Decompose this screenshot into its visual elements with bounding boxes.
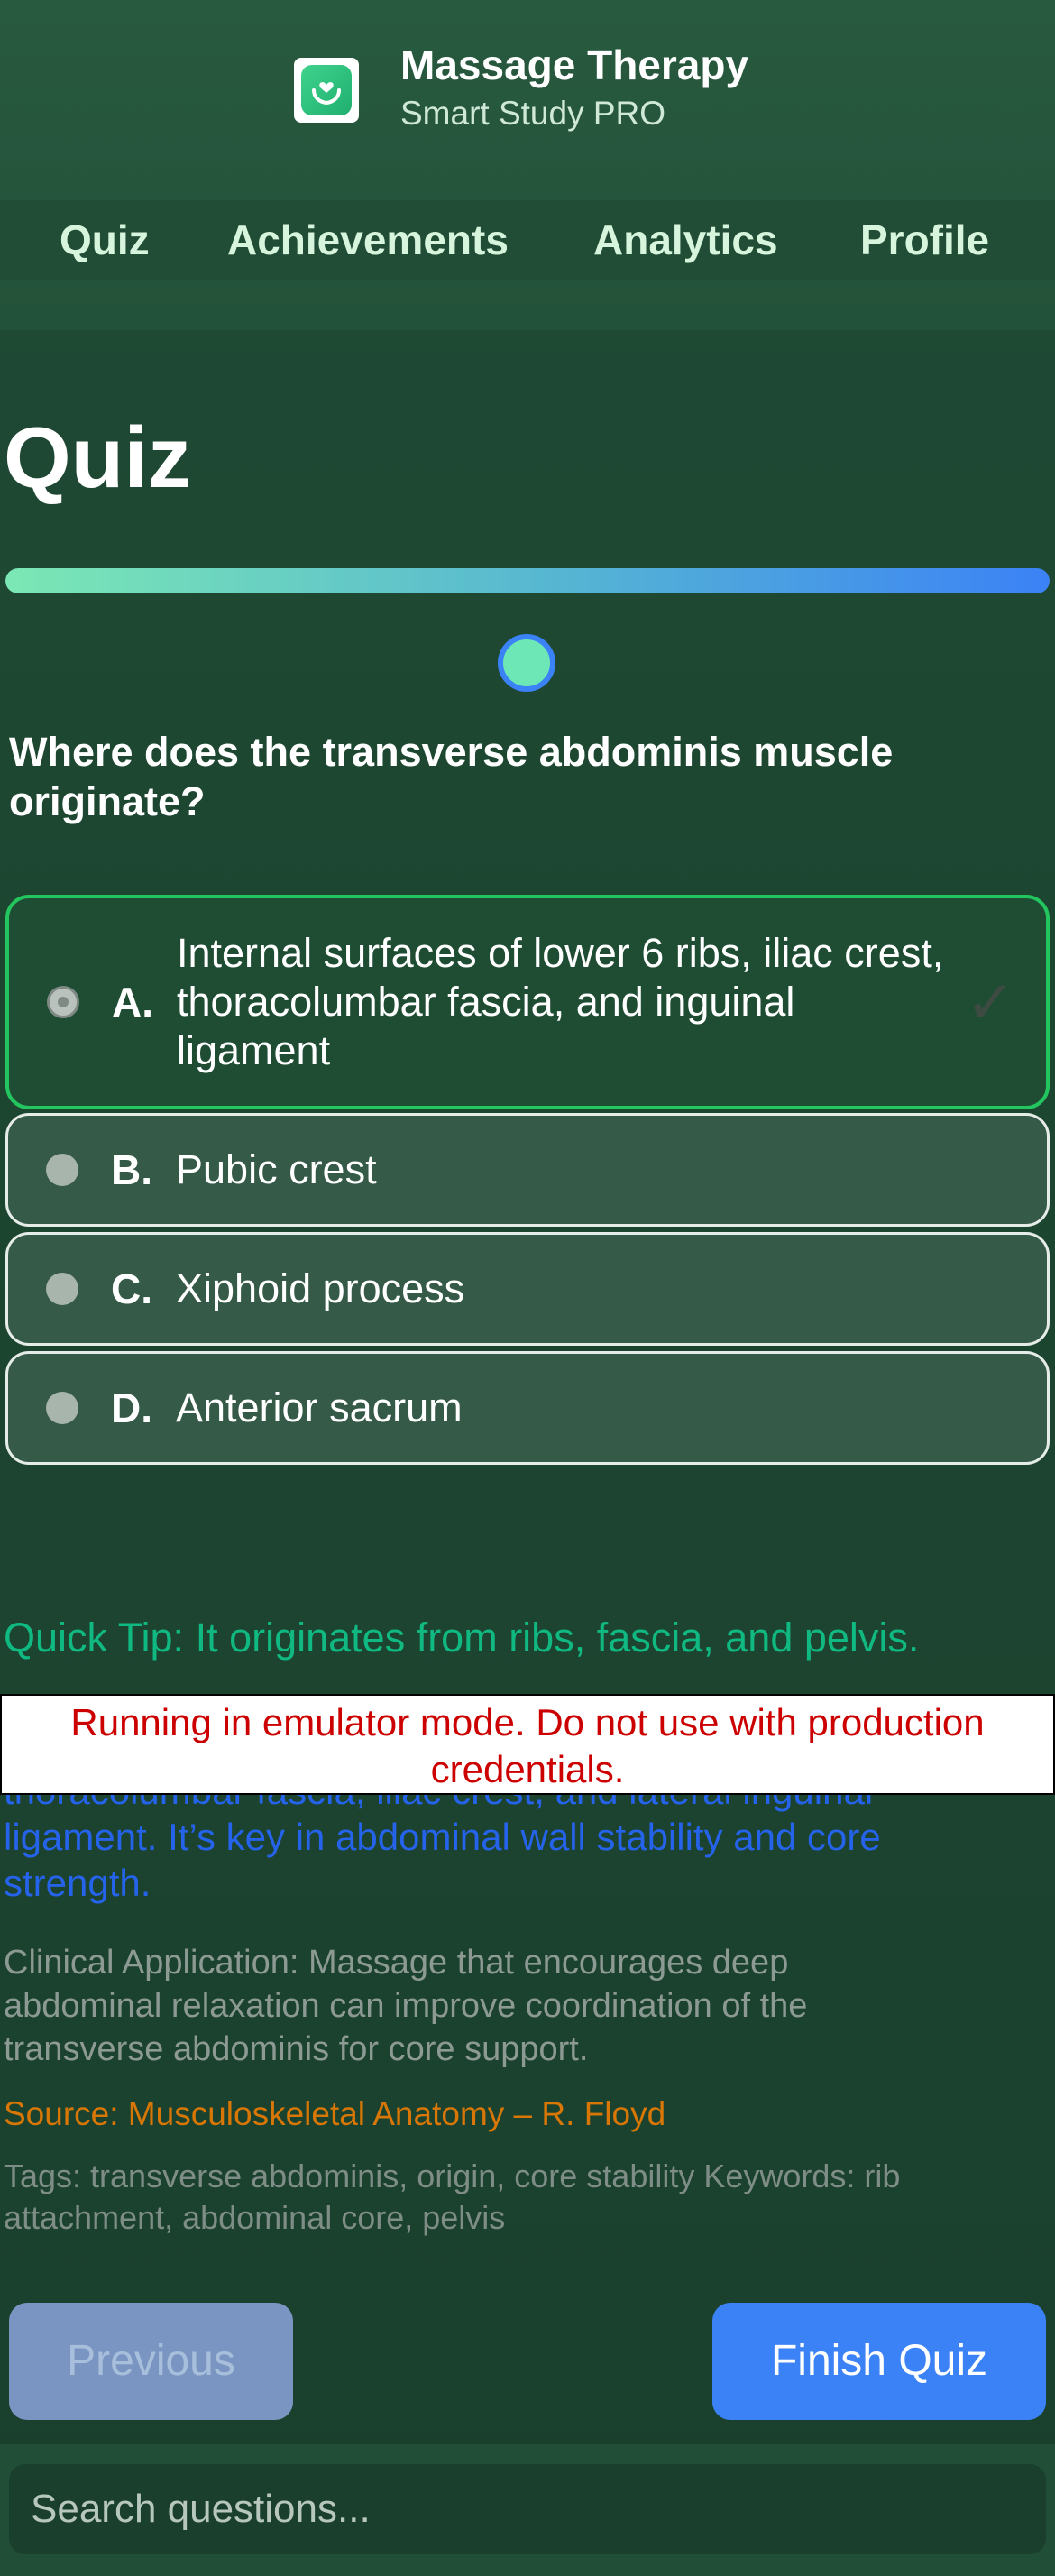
app-subtitle: Smart Study PRO [400,95,666,132]
question-text: Where does the transverse abdominis musc… [9,729,894,824]
quiz-progress-bar [5,568,1050,593]
quiz-progress-fill [5,568,1050,593]
app-logo [294,58,359,123]
option-a-text: Internal surfaces of lower 6 ribs, iliac… [177,930,944,1073]
search-bar [0,2444,1055,2576]
option-b[interactable]: B. Pubic crest [5,1113,1050,1227]
checkmark-icon: ✓ [965,968,1015,1035]
option-d[interactable]: D. Anterior sacrum [5,1351,1050,1465]
option-d-letter: D. [111,1385,152,1431]
option-c[interactable]: C. Xiphoid process [5,1232,1050,1346]
option-b-text: Pubic crest [176,1146,377,1192]
previous-button[interactable]: Previous [9,2303,293,2420]
option-b-radio[interactable] [46,1154,78,1186]
option-d-radio[interactable] [46,1392,78,1424]
app-header: Massage Therapy Smart Study PRO Quiz Ach… [0,0,1055,330]
option-a-radio[interactable] [47,986,79,1018]
nav-item-profile[interactable]: Profile [860,200,989,280]
quick-tip: Quick Tip: It originates from ribs, fasc… [4,1615,920,1661]
option-d-text: Anterior sacrum [176,1385,463,1431]
brand: Massage Therapy Smart Study PRO [294,40,748,135]
hands-heart-icon [301,65,352,115]
nav-item-analytics[interactable]: Analytics [593,200,778,280]
tags-keywords: Tags: transverse abdominis, origin, core… [4,2157,901,2236]
nav-item-quiz[interactable]: Quiz [60,200,150,280]
main-nav: Quiz Achievements Analytics Profile [0,200,1055,280]
clinical-application: Clinical Application: Massage that encou… [4,1944,808,2068]
search-input[interactable] [9,2464,1046,2554]
option-a-letter: A. [112,979,153,1026]
app-title: Massage Therapy [400,41,749,88]
option-c-radio[interactable] [46,1273,78,1305]
question-indicator-dot[interactable] [498,634,555,692]
option-c-text: Xiphoid process [176,1265,465,1311]
page-title: Quiz [4,409,191,506]
option-b-letter: B. [111,1146,152,1193]
nav-item-achievements[interactable]: Achievements [227,200,509,280]
option-a[interactable]: A. Internal surfaces of lower 6 ribs, il… [5,895,1050,1109]
emulator-warning-banner: Running in emulator mode. Do not use wit… [0,1694,1055,1795]
finish-quiz-button[interactable]: Finish Quiz [712,2303,1046,2420]
option-c-letter: C. [111,1265,152,1312]
source-citation: Source: Musculoskeletal Anatomy – R. Flo… [4,2095,666,2132]
